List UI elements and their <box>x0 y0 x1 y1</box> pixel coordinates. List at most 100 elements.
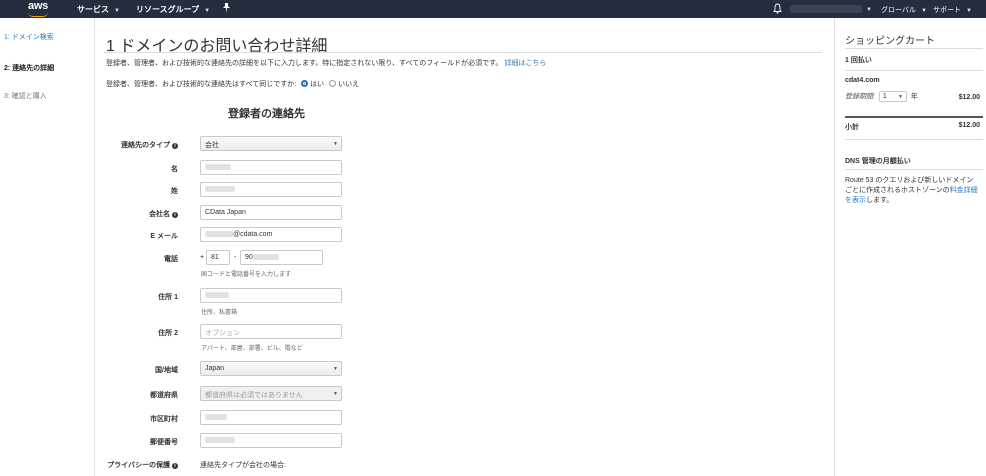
step-contact-details: 2: 連絡先の詳細 <box>4 65 55 72</box>
phone-hint: 国コードと電話番号を入力します <box>201 272 292 278</box>
pin-icon[interactable] <box>222 2 232 14</box>
redacted-value <box>205 437 235 443</box>
one-time-payment-heading: 1 回払い <box>845 57 872 64</box>
shopping-cart-panel: ショッピングカート 1 回払い cdat4.com 登録期間: 1 ▼ 年 $12… <box>834 18 986 476</box>
city-field[interactable] <box>200 410 342 425</box>
postal-label: 郵便番号 <box>150 439 178 446</box>
info-icon[interactable]: i <box>172 463 178 469</box>
registration-period-row: 登録期間: 1 ▼ 年 <box>845 91 918 102</box>
period-select[interactable]: 1 ▼ <box>878 91 907 102</box>
privacy-text: 連絡先タイプが会社の場合: <box>200 462 286 469</box>
region-menu[interactable]: グローバル ▼ <box>881 5 927 15</box>
contact-type-label-text: 連絡先のタイプ <box>121 142 170 149</box>
divider <box>845 139 983 140</box>
address2-placeholder: オプション <box>205 330 240 337</box>
redacted-value <box>205 186 235 192</box>
registrant-section-heading: 登録者の連絡先 <box>228 108 305 120</box>
contact-type-value: 会社 <box>205 142 219 149</box>
email-field[interactable]: @cdata.com <box>200 227 342 242</box>
divider <box>845 169 983 170</box>
country-select[interactable]: Japan ▼ <box>200 361 342 376</box>
same-contacts-label: 登録者、管理者、および技術的な連絡先はすべて同じですか: <box>106 81 297 88</box>
account-chevron[interactable]: ▼ <box>866 4 872 13</box>
route53-suffix: します。 <box>866 197 894 204</box>
redacted-value <box>252 254 279 260</box>
chevron-down-icon: ▼ <box>333 366 338 372</box>
period-value: 1 <box>882 93 887 100</box>
phone-label: 電話 <box>164 256 178 263</box>
services-menu[interactable]: サービス ▼ <box>77 4 120 15</box>
address1-field[interactable] <box>200 288 342 303</box>
address2-label: 住所 2 <box>158 330 178 337</box>
dns-monthly-heading: DNS 管理の月額払い <box>845 158 911 165</box>
prefecture-label: 都道府県 <box>150 392 178 399</box>
aws-smile-icon <box>28 12 48 17</box>
bell-icon[interactable] <box>773 3 782 14</box>
chevron-down-icon: ▼ <box>920 8 927 14</box>
city-label: 市区町村 <box>150 416 178 423</box>
redacted-value <box>205 292 229 298</box>
learn-more-link[interactable]: 詳細はこちら <box>504 60 546 67</box>
resource-groups-label: リソースグループ <box>136 5 200 14</box>
postal-field[interactable] <box>200 433 342 448</box>
chevron-down-icon: ▼ <box>966 8 972 14</box>
first-name-field[interactable] <box>200 160 342 175</box>
account-menu[interactable] <box>790 5 862 13</box>
services-label: サービス <box>77 5 109 14</box>
divider <box>845 48 983 49</box>
company-value: CData Japan <box>205 209 246 216</box>
contact-type-select[interactable]: 会社 ▼ <box>200 136 342 151</box>
same-contacts-question: 登録者、管理者、および技術的な連絡先はすべて同じですか: はい いいえ <box>106 79 359 89</box>
intro-text: 登録者、管理者、および技術的な連絡先の詳細を以下に入力します。特に指定されない限… <box>106 58 546 68</box>
redacted-value <box>205 231 233 237</box>
phone-number-prefix: 90 <box>245 254 253 261</box>
email-domain-value: @cdata.com <box>233 231 273 238</box>
address1-label: 住所 1 <box>158 294 178 301</box>
chevron-down-icon: ▼ <box>204 8 211 14</box>
prefecture-select: 都道府県は必須ではありません ▼ <box>200 386 342 401</box>
phone-country-code-value: 81 <box>211 254 219 261</box>
divider <box>104 52 822 53</box>
redacted-value <box>205 414 227 420</box>
domain-price: $12.00 <box>958 94 980 101</box>
same-no-radio[interactable] <box>329 80 337 87</box>
intro-body: 登録者、管理者、および技術的な連絡先の詳細を以下に入力します。特に指定されない限… <box>106 60 503 67</box>
phone-number-field[interactable]: 90 <box>240 250 323 265</box>
support-label: サポート <box>933 7 961 14</box>
info-icon[interactable]: i <box>172 212 178 218</box>
step-domain-search[interactable]: 1: ドメイン検索 <box>4 32 54 42</box>
phone-dash: - <box>234 254 237 261</box>
same-yes-label[interactable]: はい <box>310 81 324 88</box>
address2-hint: アパート、部屋、部署、ビル、階など <box>201 346 303 352</box>
cart-title: ショッピングカート <box>845 36 935 47</box>
period-label: 登録期間: <box>845 93 875 101</box>
route53-note: Route 53 のクエリおよび新しいドメインごとに作成されるホストゾーンの料金… <box>845 176 980 206</box>
resource-groups-menu[interactable]: リソースグループ ▼ <box>136 4 210 15</box>
subtotal-label: 小計 <box>845 124 859 131</box>
aws-logo-text: aws <box>28 0 48 12</box>
phone-country-code-field[interactable]: 81 <box>206 250 230 265</box>
aws-logo[interactable]: aws <box>26 0 54 17</box>
country-label: 国/地域 <box>155 367 178 374</box>
company-field[interactable]: CData Japan <box>200 205 342 220</box>
chevron-down-icon: ▼ <box>333 141 338 147</box>
info-icon[interactable]: i <box>172 143 178 149</box>
chevron-down-icon: ▼ <box>897 94 903 100</box>
divider <box>845 70 983 71</box>
last-name-label: 姓 <box>171 188 178 195</box>
main-content: 1 ドメインのお問い合わせ詳細 登録者、管理者、および技術的な連絡先の詳細を以下… <box>104 18 826 476</box>
contact-type-label: 連絡先のタイプ i <box>104 140 178 150</box>
region-label: グローバル <box>881 7 916 14</box>
address2-field[interactable]: オプション <box>200 324 342 339</box>
same-yes-radio[interactable] <box>301 80 309 87</box>
company-label-text: 会社名 <box>149 211 170 218</box>
privacy-label-text: プライバシーの保護 <box>107 462 170 469</box>
chevron-down-icon: ▼ <box>333 391 338 397</box>
same-no-label[interactable]: いいえ <box>338 81 359 88</box>
support-menu[interactable]: サポート ▼ <box>933 5 972 15</box>
email-label: E メール <box>150 233 178 240</box>
address1-hint: 住所、私書箱 <box>201 310 238 316</box>
subtotal-price: $12.00 <box>958 122 980 129</box>
privacy-label: プライバシーの保護 i <box>104 460 178 470</box>
last-name-field[interactable] <box>200 182 342 197</box>
